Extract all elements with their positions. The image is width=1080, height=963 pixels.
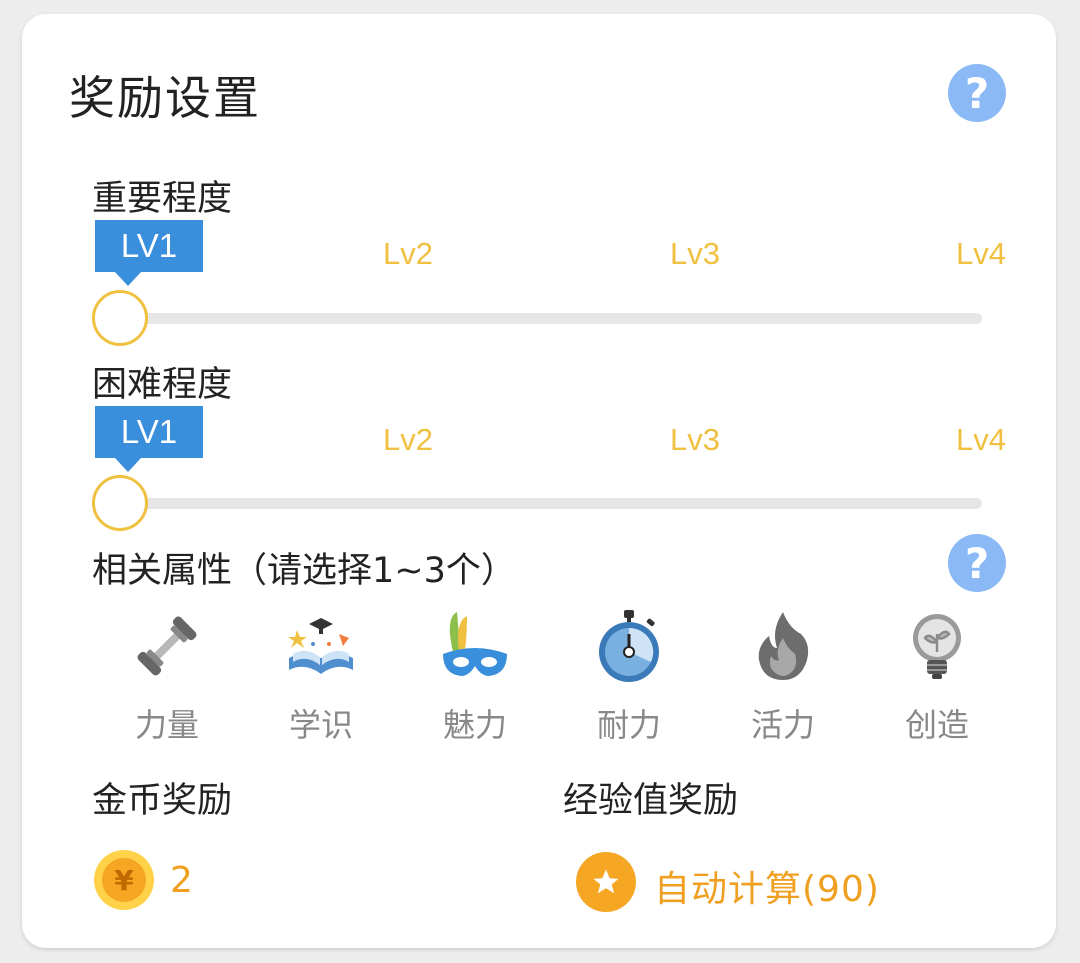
importance-value-tooltip: LV1 xyxy=(95,220,203,286)
coin-reward-value[interactable]: 2 xyxy=(170,860,193,901)
attribute-stamina[interactable]: 耐力 xyxy=(574,608,684,746)
page-title: 奖励设置 xyxy=(69,71,261,125)
dumbbell-icon xyxy=(137,616,197,676)
lightbulb-icon xyxy=(913,614,961,679)
flame-icon xyxy=(758,612,809,680)
difficulty-level-2[interactable]: Lv2 xyxy=(383,422,433,458)
importance-level-4[interactable]: Lv4 xyxy=(956,236,1006,272)
coin-symbol: ¥ xyxy=(102,858,146,902)
difficulty-value-tooltip: LV1 xyxy=(95,406,203,472)
importance-slider-track[interactable] xyxy=(120,313,982,324)
importance-level-3[interactable]: Lv3 xyxy=(670,236,720,272)
exp-reward-label: 经验值奖励 xyxy=(563,781,739,821)
attribute-label: 活力 xyxy=(750,706,815,744)
difficulty-level-4[interactable]: Lv4 xyxy=(956,422,1006,458)
difficulty-label: 困难程度 xyxy=(92,365,233,405)
attribute-label: 学识 xyxy=(288,706,353,744)
attribute-label: 创造 xyxy=(904,706,969,744)
attribute-label: 魅力 xyxy=(442,706,507,744)
mask-icon xyxy=(443,612,507,676)
star-icon xyxy=(576,852,636,912)
difficulty-slider-track[interactable] xyxy=(120,498,982,509)
attribute-charm[interactable]: 魅力 xyxy=(420,608,530,746)
help-icon[interactable]: ? xyxy=(948,64,1006,122)
importance-label: 重要程度 xyxy=(92,179,233,219)
stopwatch-icon xyxy=(599,610,659,682)
importance-slider-handle[interactable] xyxy=(92,290,148,346)
reward-settings-card: 奖励设置 ? 重要程度 LV1 Lv2 Lv3 Lv4 困难程度 LV1 Lv2… xyxy=(22,14,1056,948)
difficulty-value-text: LV1 xyxy=(120,413,178,450)
importance-level-2[interactable]: Lv2 xyxy=(383,236,433,272)
coin-icon: ¥ xyxy=(94,850,154,910)
attribute-strength[interactable]: 力量 xyxy=(112,608,222,746)
attributes-label: 相关属性（请选择1~3个） xyxy=(92,551,516,591)
star-shape xyxy=(593,869,619,894)
attribute-label: 耐力 xyxy=(596,706,661,744)
book-icon xyxy=(288,618,353,674)
attribute-label: 力量 xyxy=(134,706,199,744)
importance-value-text: LV1 xyxy=(120,227,178,264)
attribute-knowledge[interactable]: 学识 xyxy=(266,608,376,746)
difficulty-slider-handle[interactable] xyxy=(92,475,148,531)
attribute-vitality[interactable]: 活力 xyxy=(728,608,838,746)
attribute-creativity[interactable]: 创造 xyxy=(882,608,992,746)
coin-reward-label: 金币奖励 xyxy=(92,781,233,821)
exp-reward-value[interactable]: 自动计算(90) xyxy=(654,860,880,912)
attributes-help-icon[interactable]: ? xyxy=(948,534,1006,592)
difficulty-level-3[interactable]: Lv3 xyxy=(670,422,720,458)
